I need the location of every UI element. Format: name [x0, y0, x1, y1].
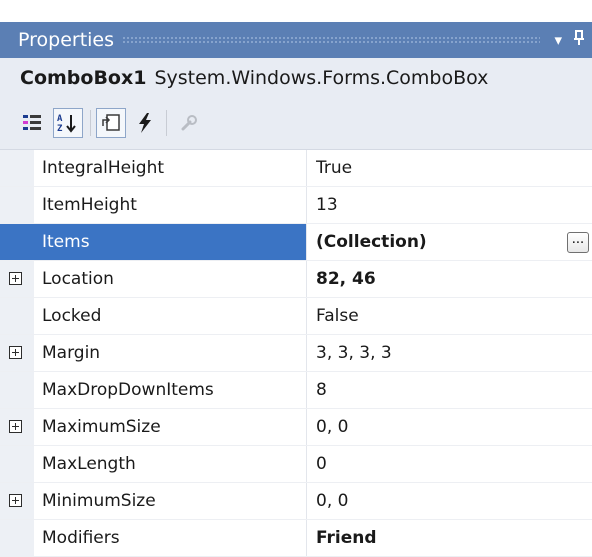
property-name[interactable]: MaximumSize: [42, 409, 302, 445]
object-selector[interactable]: ComboBox1 System.Windows.Forms.ComboBox: [0, 58, 592, 98]
row-gutter: [0, 298, 34, 334]
property-name[interactable]: MaxDropDownItems: [42, 372, 302, 408]
properties-icon: [102, 114, 120, 131]
property-name[interactable]: Margin: [42, 335, 302, 371]
collection-editor-button[interactable]: ...: [567, 232, 589, 253]
property-row-locked[interactable]: Locked False: [0, 298, 592, 335]
property-name[interactable]: Locked: [42, 298, 302, 334]
wrench-icon: [181, 115, 197, 131]
row-gutter: [0, 520, 34, 556]
property-row-items[interactable]: Items (Collection)...: [0, 224, 592, 261]
row-gutter: [0, 187, 34, 223]
column-divider[interactable]: [306, 150, 307, 186]
property-row-margin[interactable]: Margin 3, 3, 3, 3: [0, 335, 592, 372]
pin-icon[interactable]: [568, 30, 592, 50]
property-value[interactable]: 13: [316, 187, 576, 223]
events-button[interactable]: [130, 108, 160, 138]
property-grid: IntegralHeight True ItemHeight 13 Items (Coll…: [0, 150, 592, 557]
property-value[interactable]: 8: [316, 372, 576, 408]
property-name[interactable]: IntegralHeight: [42, 150, 302, 186]
toolbar-separator: [90, 110, 91, 136]
column-divider[interactable]: [306, 483, 307, 519]
dropdown-arrow-icon[interactable]: ▾: [548, 31, 568, 49]
alphabetical-button[interactable]: A Z: [53, 108, 83, 138]
property-name[interactable]: Items: [34, 224, 306, 260]
property-name[interactable]: Location: [42, 261, 302, 297]
column-divider[interactable]: [306, 372, 307, 408]
panel-title: Properties: [18, 29, 115, 51]
property-value[interactable]: Friend: [316, 520, 576, 556]
lightning-icon: [139, 113, 151, 133]
svg-text:Z: Z: [57, 124, 63, 134]
row-gutter: [0, 224, 34, 260]
property-name[interactable]: ItemHeight: [42, 187, 302, 223]
property-row-maxlength[interactable]: MaxLength 0: [0, 446, 592, 483]
alphabetical-icon: A Z: [57, 114, 76, 134]
properties-toolbar: A Z: [0, 98, 592, 150]
top-border: [0, 0, 592, 8]
object-type: System.Windows.Forms.ComboBox: [154, 67, 489, 89]
column-divider[interactable]: [306, 446, 307, 482]
column-divider[interactable]: [306, 187, 307, 223]
top-gap: [0, 8, 592, 22]
property-value[interactable]: False: [316, 298, 576, 334]
properties-titlebar[interactable]: Properties ▾: [0, 22, 592, 58]
property-value[interactable]: 0, 0: [316, 483, 576, 519]
row-gutter: [0, 150, 34, 186]
column-divider[interactable]: [306, 298, 307, 334]
object-name: ComboBox1: [20, 67, 147, 89]
property-name[interactable]: Modifiers: [42, 520, 302, 556]
property-name[interactable]: MinimumSize: [42, 483, 302, 519]
column-divider[interactable]: [306, 224, 307, 260]
properties-button[interactable]: [96, 108, 126, 138]
expand-plus-icon[interactable]: [9, 494, 22, 507]
row-gutter: [0, 372, 34, 408]
property-row-location[interactable]: Location 82, 46: [0, 261, 592, 298]
property-row-maxdropdownitems[interactable]: MaxDropDownItems 8: [0, 372, 592, 409]
expand-plus-icon[interactable]: [9, 346, 22, 359]
row-gutter: [0, 446, 34, 482]
property-value[interactable]: 82, 46: [316, 261, 576, 297]
column-divider[interactable]: [306, 409, 307, 445]
expand-plus-icon[interactable]: [9, 272, 22, 285]
property-pages-button[interactable]: [174, 108, 204, 138]
property-value[interactable]: 0: [316, 446, 576, 482]
expand-plus-icon[interactable]: [9, 420, 22, 433]
property-row-minimumsize[interactable]: MinimumSize 0, 0: [0, 483, 592, 520]
toolbar-separator: [166, 110, 167, 136]
categorized-icon: [23, 115, 41, 130]
categorized-button[interactable]: [17, 108, 47, 138]
pin-icon-svg: [574, 30, 584, 45]
titlebar-grip[interactable]: [122, 36, 541, 44]
property-value[interactable]: 0, 0: [316, 409, 576, 445]
property-value[interactable]: True: [316, 150, 576, 186]
property-row-integralheight[interactable]: IntegralHeight True: [0, 150, 592, 187]
properties-panel: Properties ▾ ComboBox1 System.Windows.Fo…: [0, 0, 592, 557]
property-value[interactable]: 3, 3, 3, 3: [316, 335, 576, 371]
property-row-modifiers[interactable]: Modifiers Friend: [0, 520, 592, 557]
property-row-maximumsize[interactable]: MaximumSize 0, 0: [0, 409, 592, 446]
property-name[interactable]: MaxLength: [42, 446, 302, 482]
column-divider[interactable]: [306, 335, 307, 371]
column-divider[interactable]: [306, 261, 307, 297]
property-value[interactable]: (Collection): [316, 224, 576, 260]
svg-text:A: A: [57, 114, 63, 124]
property-row-itemheight[interactable]: ItemHeight 13: [0, 187, 592, 224]
column-divider[interactable]: [306, 520, 307, 556]
